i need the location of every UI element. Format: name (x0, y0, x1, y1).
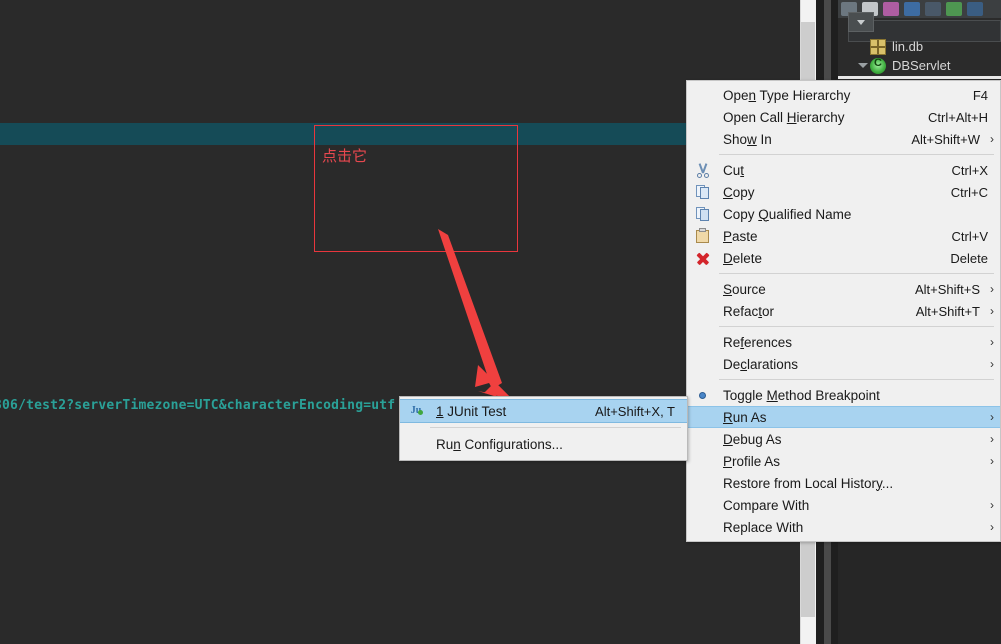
submenu-item-label: 1 JUnit Test (436, 403, 507, 419)
menu-separator (719, 379, 994, 380)
tree-item-lin-db[interactable]: lin.db (870, 37, 923, 56)
maximize-icon[interactable] (946, 2, 962, 16)
menu-item-label: Refactor (723, 303, 775, 319)
menu-item-open-call-hierarchy[interactable]: Open Call Hierarchy Ctrl+Alt+H (687, 106, 1000, 128)
paste-icon (695, 228, 711, 244)
submenu-arrow-icon: › (990, 357, 994, 371)
menu-item-accelerator: Delete (950, 250, 988, 266)
submenu-arrow-icon: › (990, 132, 994, 146)
copy-qualified-icon (695, 206, 711, 222)
editor-context-menu[interactable]: Open Type Hierarchy F4 Open Call Hierarc… (686, 80, 1001, 542)
menu-item-accelerator: Alt+Shift+T (915, 303, 980, 319)
filter-icon[interactable] (904, 2, 920, 16)
breakpoint-icon (695, 387, 711, 403)
menu-item-accelerator: Ctrl+X (951, 162, 988, 178)
annotation-label: 点击它 (322, 147, 368, 165)
menu-item-refactor[interactable]: Refactor Alt+Shift+T › (687, 300, 1000, 322)
cut-icon (695, 162, 711, 178)
database-icon (870, 38, 886, 55)
submenu-arrow-icon: › (990, 520, 994, 534)
menu-item-label: Paste (723, 228, 758, 244)
menu-separator (719, 273, 994, 274)
submenu-item-accelerator: Alt+Shift+X, T (595, 403, 675, 419)
menu-item-paste[interactable]: Paste Ctrl+V (687, 225, 1000, 247)
tree-item-label: DBServlet (892, 58, 951, 73)
menu-item-run-as[interactable]: Run As › (687, 406, 1000, 428)
tree-item-label: lin.db (892, 39, 924, 54)
menu-item-accelerator: Ctrl+Alt+H (928, 109, 988, 125)
expand-triangle-icon[interactable] (856, 63, 870, 68)
menu-item-accelerator: Ctrl+C (950, 184, 988, 200)
submenu-item-junit-test[interactable]: Ju 1 JUnit Test Alt+Shift+X, T (400, 399, 687, 423)
menu-item-label: Copy (723, 184, 755, 200)
menu-item-label: Source (723, 281, 766, 297)
menu-item-replace-with[interactable]: Replace With › (687, 516, 1000, 538)
menu-item-profile-as[interactable]: Profile As › (687, 450, 1000, 472)
copy-icon (695, 184, 711, 200)
menu-item-label: Run As (723, 409, 767, 425)
menu-item-copy-qualified-name[interactable]: Copy Qualified Name (687, 203, 1000, 225)
menu-item-label: Show In (723, 131, 772, 147)
submenu-item-run-configurations[interactable]: Run Configurations... (400, 432, 687, 456)
menu-item-accelerator: Alt+Shift+S (914, 281, 980, 297)
java-class-icon (870, 57, 886, 74)
submenu-item-label: Run Configurations... (436, 436, 563, 452)
submenu-arrow-icon: › (990, 282, 994, 296)
code-editor[interactable]: 306/test2?serverTimezone=UTC&characterEn… (0, 0, 800, 644)
menu-item-label: Open Call Hierarchy (723, 109, 845, 125)
menu-item-show-in[interactable]: Show In Alt+Shift+W › (687, 128, 1000, 150)
menu-item-declarations[interactable]: Declarations › (687, 353, 1000, 375)
menu-separator (719, 326, 994, 327)
menu-item-label: Replace With (723, 519, 804, 535)
submenu-separator (430, 427, 681, 428)
menu-item-copy[interactable]: Copy Ctrl+C (687, 181, 1000, 203)
menu-item-accelerator: F4 (972, 87, 988, 103)
close-panel-icon[interactable] (967, 2, 983, 16)
view-menu-icon[interactable] (883, 2, 899, 16)
run-as-submenu[interactable]: Ju 1 JUnit Test Alt+Shift+X, T Run Confi… (399, 396, 688, 461)
menu-item-restore-from-local-history[interactable]: Restore from Local History... (687, 472, 1000, 494)
code-text-line: 306/test2?serverTimezone=UTC&characterEn… (0, 398, 396, 413)
menu-item-label: Copy Qualified Name (723, 206, 852, 222)
menu-item-label: Open Type Hierarchy (723, 87, 851, 103)
package-explorer-dropdown-button[interactable] (848, 12, 874, 32)
junit-icon: Ju (408, 403, 424, 419)
submenu-arrow-icon: › (990, 454, 994, 468)
submenu-arrow-icon: › (990, 304, 994, 318)
menu-item-label: Compare With (723, 497, 810, 513)
delete-icon (695, 250, 711, 266)
menu-item-label: Restore from Local History... (723, 475, 894, 491)
menu-item-toggle-method-breakpoint[interactable]: Toggle Method Breakpoint (687, 384, 1000, 406)
menu-item-label: Declarations (723, 356, 799, 372)
menu-item-compare-with[interactable]: Compare With › (687, 494, 1000, 516)
menu-item-label: References (723, 334, 793, 350)
menu-item-delete[interactable]: Delete Delete (687, 247, 1000, 269)
menu-item-cut[interactable]: Cut Ctrl+X (687, 159, 1000, 181)
submenu-arrow-icon: › (990, 335, 994, 349)
menu-item-accelerator: Alt+Shift+W (911, 131, 980, 147)
menu-item-references[interactable]: References › (687, 331, 1000, 353)
chevron-down-icon (857, 19, 865, 25)
submenu-arrow-icon: › (990, 432, 994, 446)
menu-item-debug-as[interactable]: Debug As › (687, 428, 1000, 450)
menu-separator (719, 154, 994, 155)
menu-item-accelerator: Ctrl+V (951, 228, 988, 244)
menu-item-label: Delete (723, 250, 763, 266)
menu-item-label: Cut (723, 162, 745, 178)
eclipse-ide-screenshot: 306/test2?serverTimezone=UTC&characterEn… (0, 0, 1001, 644)
menu-item-label: Profile As (723, 453, 781, 469)
menu-item-open-type-hierarchy[interactable]: Open Type Hierarchy F4 (687, 84, 1000, 106)
tree-item-dbservlet[interactable]: DBServlet (856, 56, 951, 75)
menu-item-label: Debug As (723, 431, 782, 447)
menu-item-source[interactable]: Source Alt+Shift+S › (687, 278, 1000, 300)
minimize-icon[interactable] (925, 2, 941, 16)
menu-item-label: Toggle Method Breakpoint (723, 387, 880, 403)
submenu-arrow-icon: › (990, 498, 994, 512)
submenu-arrow-icon: › (990, 410, 994, 424)
